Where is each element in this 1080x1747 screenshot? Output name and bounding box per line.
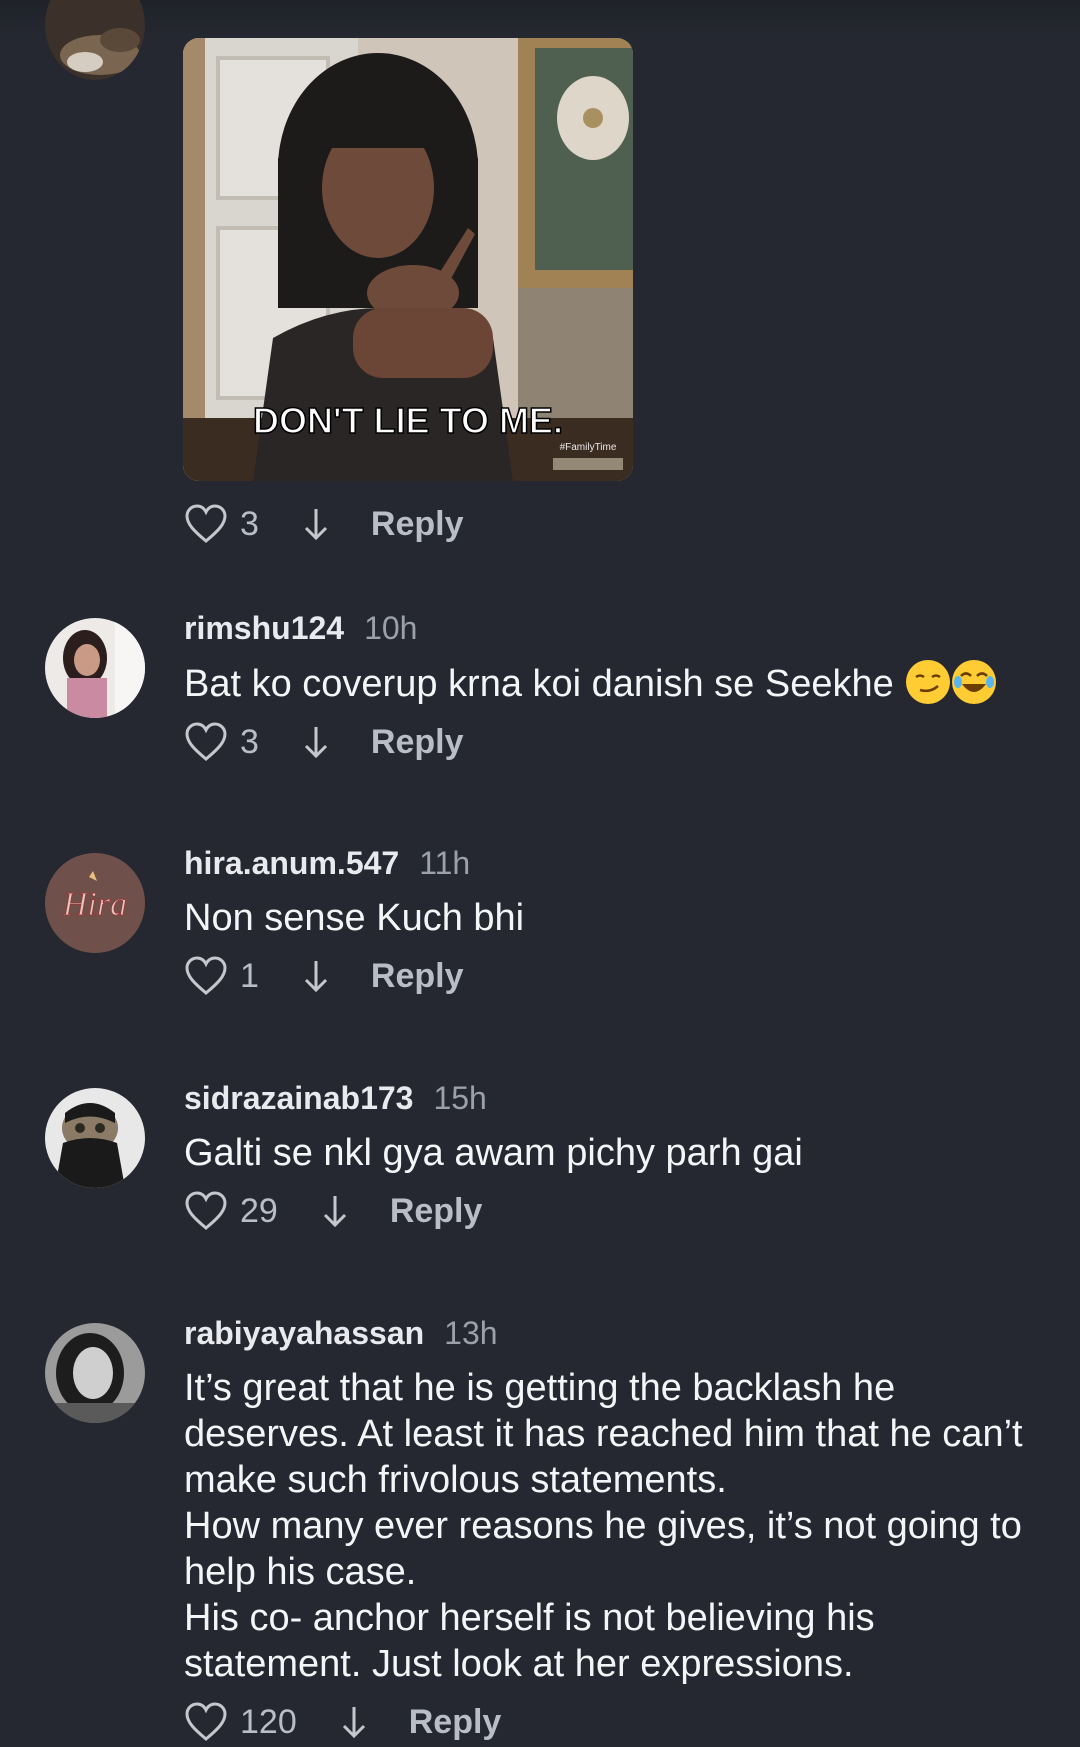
smirking-face-emoji-icon bbox=[906, 660, 951, 704]
tears-of-joy-emoji-icon bbox=[952, 660, 997, 704]
comment-timestamp: 11h bbox=[419, 845, 471, 881]
comment-timestamp: 15h bbox=[433, 1080, 487, 1116]
like-button[interactable]: 120 bbox=[184, 1702, 297, 1742]
comment-text: Non sense Kuch bhi bbox=[184, 897, 525, 939]
comment-actions: 3 Reply bbox=[184, 499, 1050, 549]
arrow-down-icon bbox=[304, 961, 327, 993]
dislike-button[interactable] bbox=[301, 506, 331, 542]
like-count: 1 bbox=[240, 956, 259, 995]
reply-button[interactable]: Reply bbox=[409, 1703, 502, 1742]
top-fade bbox=[0, 0, 1080, 38]
reply-button[interactable]: Reply bbox=[390, 1192, 483, 1231]
reply-button[interactable]: Reply bbox=[371, 957, 464, 996]
comment-text-body: Bat ko coverup krna koi danish se Seekhe bbox=[184, 663, 894, 705]
comment-username[interactable]: sidrazainab173 bbox=[184, 1080, 413, 1117]
gif-image[interactable]: DON'T LIE TO ME. #FamilyTime bbox=[183, 38, 633, 481]
comment-username[interactable]: rimshu124 bbox=[184, 610, 344, 647]
comment-actions: 120 Reply bbox=[184, 1697, 1050, 1747]
gif-watermark: #FamilyTime bbox=[560, 442, 617, 453]
like-count: 3 bbox=[240, 722, 259, 761]
heart-icon bbox=[185, 1191, 227, 1230]
comment-text: Galti se nkl gya awam pichy parh gai bbox=[184, 1132, 803, 1174]
like-button[interactable]: 3 bbox=[184, 722, 259, 762]
heart-icon bbox=[185, 1702, 227, 1741]
heart-icon bbox=[185, 504, 227, 543]
heart-icon bbox=[185, 956, 227, 995]
avatar[interactable] bbox=[45, 0, 145, 80]
dislike-button[interactable] bbox=[301, 724, 331, 760]
comment-username[interactable]: rabiyayahassan bbox=[184, 1315, 424, 1352]
comment-timestamp: 10h bbox=[364, 610, 418, 646]
comment-actions: 29 Reply bbox=[184, 1186, 1050, 1236]
like-button[interactable]: 3 bbox=[184, 504, 259, 544]
dislike-button[interactable] bbox=[320, 1193, 350, 1229]
like-count: 29 bbox=[240, 1191, 278, 1230]
like-button[interactable]: 29 bbox=[184, 1191, 278, 1231]
avatar[interactable] bbox=[45, 1088, 145, 1188]
gif-watermark-logo bbox=[553, 458, 623, 470]
comment-timestamp: 13h bbox=[444, 1315, 498, 1351]
like-button[interactable]: 1 bbox=[184, 956, 259, 996]
avatar-image bbox=[45, 0, 145, 80]
avatar[interactable]: Hira bbox=[45, 853, 145, 953]
heart-icon bbox=[185, 722, 227, 761]
arrow-down-icon bbox=[342, 1707, 365, 1739]
like-count: 120 bbox=[240, 1702, 297, 1741]
comment-actions: 1 Reply bbox=[184, 951, 1050, 1001]
comment-username[interactable]: hira.anum.547 bbox=[184, 845, 399, 882]
like-count: 3 bbox=[240, 504, 259, 543]
avatar[interactable] bbox=[45, 618, 145, 718]
comment-text: It’s great that he is getting the backla… bbox=[184, 1367, 1023, 1685]
arrow-down-icon bbox=[304, 509, 327, 541]
comment-text: Bat ko coverup krna koi danish se Seekhe bbox=[184, 660, 1050, 707]
gif-caption: DON'T LIE TO ME. bbox=[253, 400, 563, 441]
comment-actions: 3 Reply bbox=[184, 717, 1050, 767]
arrow-down-icon bbox=[304, 727, 327, 759]
avatar-lettering: Hira bbox=[62, 886, 127, 923]
reply-button[interactable]: Reply bbox=[371, 505, 464, 544]
dislike-button[interactable] bbox=[339, 1704, 369, 1740]
arrow-down-icon bbox=[323, 1196, 346, 1228]
avatar[interactable] bbox=[45, 1323, 145, 1423]
reply-button[interactable]: Reply bbox=[371, 723, 464, 762]
dislike-button[interactable] bbox=[301, 958, 331, 994]
